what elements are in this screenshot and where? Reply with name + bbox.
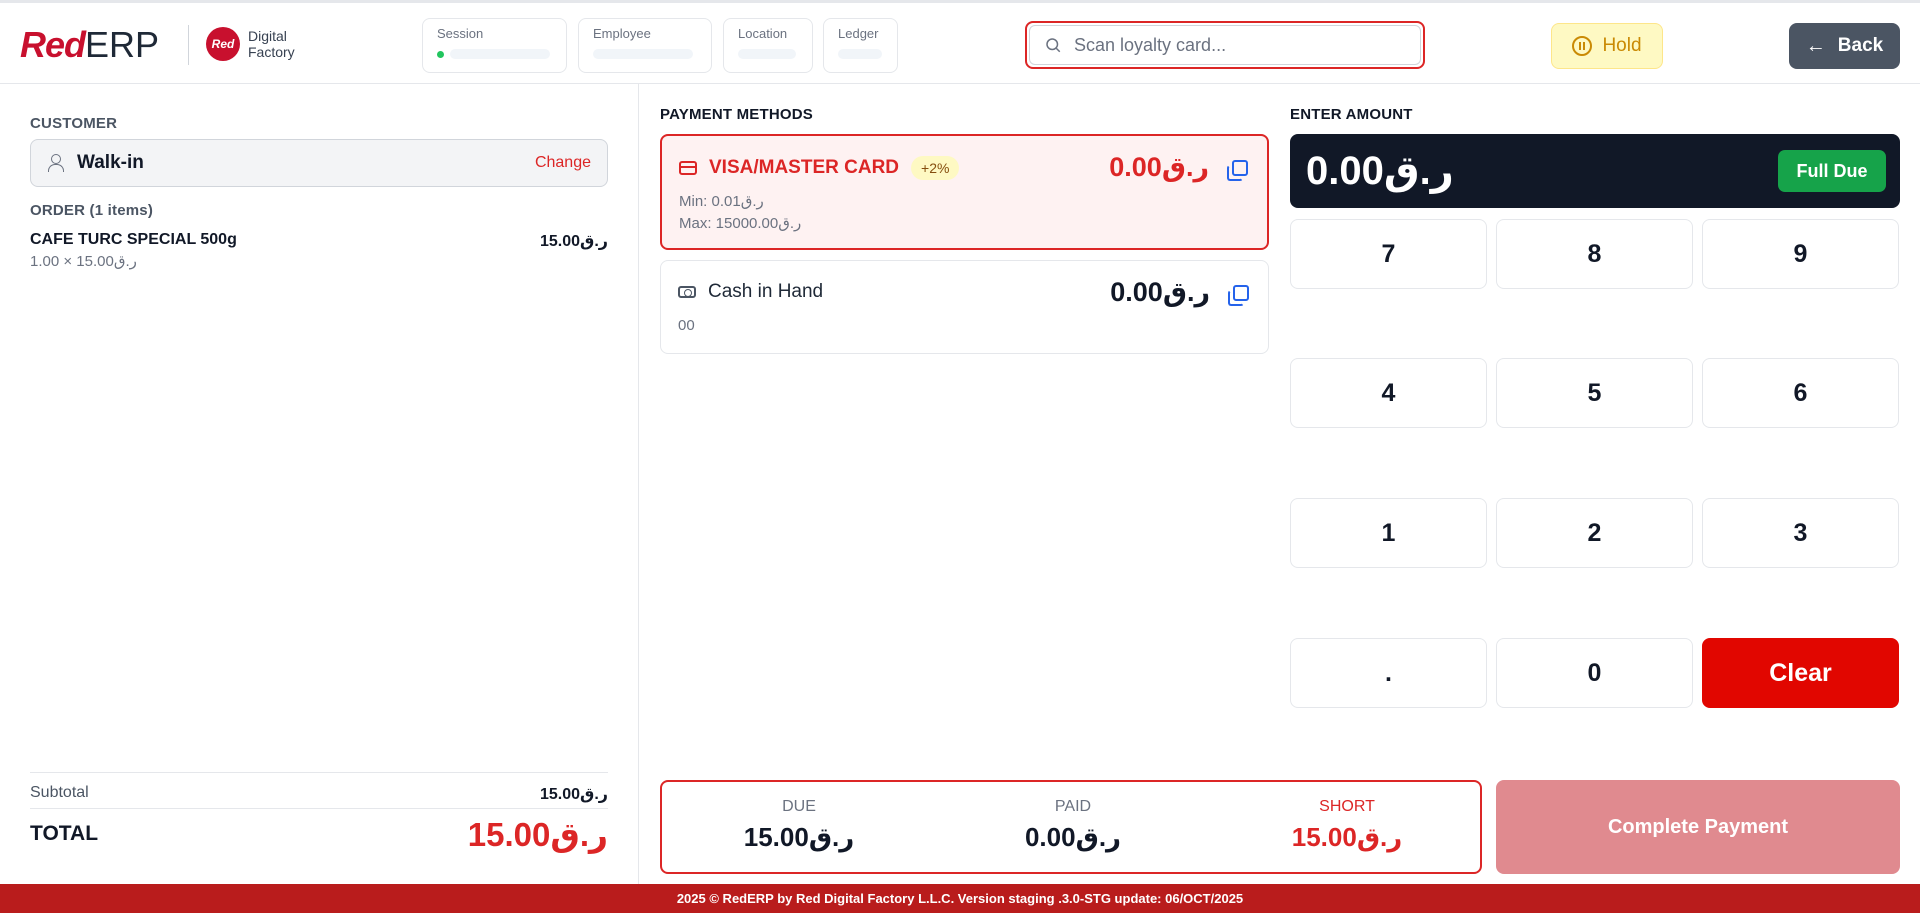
keypad-1[interactable]: 1 — [1290, 498, 1487, 568]
keypad-8[interactable]: 8 — [1496, 219, 1693, 289]
ledger-value — [838, 49, 883, 59]
session-value-redacted — [450, 49, 550, 59]
location-info[interactable]: Location — [723, 18, 813, 73]
user-icon — [47, 154, 64, 172]
copy-icon[interactable] — [1227, 160, 1248, 181]
order-section-label: ORDER (1 items) — [30, 202, 154, 219]
rederp-logo: Red ERP — [20, 24, 160, 65]
keypad-7[interactable]: 7 — [1290, 219, 1487, 289]
order-panel: CUSTOMER Walk-in Change ORDER (1 items) … — [0, 84, 639, 884]
total-value: 15.00ر.ق — [467, 816, 608, 853]
amount-value: 0.00ر.ق — [1306, 149, 1454, 193]
logo-red-text: Red — [20, 24, 86, 65]
customer-name: Walk-in — [77, 152, 144, 173]
keypad-2[interactable]: 2 — [1496, 498, 1693, 568]
payment-method-max: Max: 15000.00ر.ق — [679, 215, 802, 232]
subtotal-divider — [30, 772, 608, 773]
loyalty-card-input[interactable] — [1074, 34, 1374, 56]
keypad-6[interactable]: 6 — [1702, 358, 1899, 428]
hold-button[interactable]: Hold — [1551, 23, 1663, 69]
amount-display: 0.00ر.ق Full Due — [1290, 134, 1900, 208]
order-item-price: 15.00ر.ق — [539, 233, 608, 250]
digital-factory-text: Digital Factory — [248, 28, 295, 60]
keypad-3[interactable]: 3 — [1702, 498, 1899, 568]
due-value: 15.00ر.ق — [743, 822, 855, 852]
ledger-info[interactable]: Ledger — [823, 18, 898, 73]
payment-method-amount: 0.00ر.ق — [1110, 277, 1210, 307]
summary-paid: PAID 0.00ر.ق — [936, 782, 1210, 872]
cash-icon — [678, 286, 696, 298]
customer-selector[interactable]: Walk-in Change — [30, 139, 608, 187]
footer: 2025 © RedERP by Red Digital Factory L.L… — [0, 884, 1920, 913]
enter-amount-label: ENTER AMOUNT — [1290, 106, 1413, 123]
session-label: Session — [437, 26, 484, 41]
keypad-decimal[interactable]: . — [1290, 638, 1487, 708]
paid-value: 0.00ر.ق — [1024, 822, 1122, 852]
total-divider — [30, 808, 608, 809]
clear-button[interactable]: Clear — [1702, 638, 1899, 708]
employee-info[interactable]: Employee — [578, 18, 712, 73]
total-label: TOTAL — [30, 822, 99, 845]
employee-label: Employee — [593, 26, 651, 41]
surcharge-badge: +2% — [911, 156, 960, 180]
hold-label: Hold — [1602, 35, 1642, 56]
due-label: DUE — [782, 798, 816, 815]
session-status-dot — [437, 50, 444, 58]
digital-factory-logo: Red Digital Factory — [206, 27, 295, 61]
keypad-9[interactable]: 9 — [1702, 219, 1899, 289]
logo-divider — [188, 25, 189, 65]
location-value — [738, 49, 798, 59]
employee-value-redacted — [593, 49, 693, 59]
digital-factory-line2: Factory — [248, 44, 295, 60]
payment-method-card-visa[interactable]: VISA/MASTER CARD +2% 0.00ر.ق Min: 0.01ر.… — [660, 134, 1269, 250]
summary-short: SHORT 15.00ر.ق — [1210, 782, 1484, 872]
digital-factory-line1: Digital — [248, 28, 287, 44]
payment-summary: DUE 15.00ر.ق PAID 0.00ر.ق SHORT 15.00ر.ق — [660, 780, 1482, 874]
pause-icon — [1572, 36, 1593, 56]
order-item-qty: 1.00 × 15.00ر.ق — [30, 253, 137, 270]
subtotal-label: Subtotal — [30, 784, 89, 801]
location-label: Location — [738, 26, 788, 41]
full-due-button[interactable]: Full Due — [1778, 150, 1886, 192]
subtotal-value: 15.00ر.ق — [539, 786, 608, 803]
logo-erp-text: ERP — [85, 24, 160, 65]
short-value: 15.00ر.ق — [1291, 822, 1403, 852]
payment-method-amount: 0.00ر.ق — [1109, 152, 1209, 182]
payment-method-card-cash[interactable]: Cash in Hand 0.00ر.ق 00 — [660, 260, 1269, 354]
change-customer-link[interactable]: Change — [535, 154, 591, 172]
arrow-left-icon: ← — [1805, 34, 1826, 57]
payment-method-name: Cash in Hand — [708, 281, 824, 302]
short-label: SHORT — [1319, 798, 1375, 815]
customer-section-label: CUSTOMER — [30, 115, 118, 132]
complete-payment-button[interactable]: Complete Payment — [1496, 780, 1900, 874]
location-value-redacted — [738, 49, 796, 59]
top-bar: Red ERP Red Digital Factory Session Empl… — [0, 0, 1920, 84]
keypad-4[interactable]: 4 — [1290, 358, 1487, 428]
payment-method-header: VISA/MASTER CARD +2% — [679, 156, 960, 180]
loyalty-search — [1025, 21, 1425, 69]
loyalty-search-box — [1029, 25, 1421, 65]
credit-card-icon — [679, 161, 697, 175]
ledger-value-redacted — [838, 49, 882, 59]
digital-factory-logo-circle: Red — [206, 27, 240, 61]
payment-methods-label: PAYMENT METHODS — [660, 106, 814, 123]
ledger-label: Ledger — [838, 26, 879, 41]
summary-due: DUE 15.00ر.ق — [662, 782, 936, 872]
payment-method-sub: 00 — [678, 317, 695, 334]
payment-method-min: Min: 0.01ر.ق — [679, 193, 764, 210]
session-info[interactable]: Session — [422, 18, 567, 73]
keypad-5[interactable]: 5 — [1496, 358, 1693, 428]
session-value — [437, 49, 552, 59]
order-item-name: CAFE TURC SPECIAL 500g — [30, 231, 237, 248]
employee-value — [593, 49, 697, 59]
back-label: Back — [1837, 35, 1884, 56]
payment-method-header: Cash in Hand — [678, 281, 823, 303]
payment-method-name: VISA/MASTER CARD — [709, 157, 900, 178]
paid-label: PAID — [1054, 798, 1092, 815]
copy-icon[interactable] — [1228, 285, 1249, 306]
keypad-0[interactable]: 0 — [1496, 638, 1693, 708]
search-icon — [1046, 38, 1061, 53]
back-button[interactable]: ← Back — [1789, 23, 1900, 69]
